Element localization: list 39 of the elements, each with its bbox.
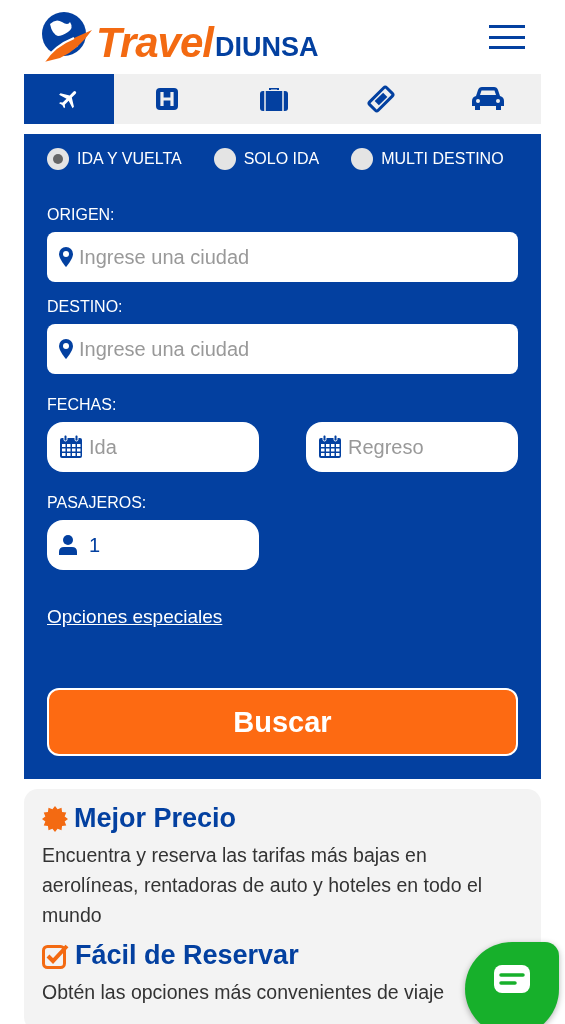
car-icon <box>470 86 505 112</box>
destination-field[interactable]: Ingrese una ciudad <box>47 324 518 374</box>
feature-title: Mejor Precio <box>74 803 237 834</box>
radio-label: IDA Y VUELTA <box>77 150 182 168</box>
logo-subtext: DIUNSA <box>215 34 319 61</box>
radio-label: MULTI DESTINO <box>381 150 504 168</box>
feature-text: Encuentra y reserva las tarifas más bajas en aerolíneas, rentadoras de auto y hoteles en todo el mundo <box>42 843 484 928</box>
checkbox-icon <box>42 942 69 969</box>
person-icon <box>59 535 77 555</box>
date-field[interactable]: Regreso <box>306 422 518 472</box>
menu-button[interactable] <box>489 25 525 49</box>
feature-title: Fácil de Reservar <box>75 940 299 971</box>
radio-button[interactable] <box>47 148 69 170</box>
service-tab[interactable] <box>24 74 114 124</box>
date-field[interactable]: Ida <box>47 422 259 472</box>
field-label: PASAJEROS: <box>47 494 148 512</box>
passengers-field[interactable]: 1 <box>47 520 259 570</box>
radio-button[interactable] <box>213 148 236 170</box>
badge-icon <box>42 805 68 832</box>
ticket-icon <box>366 85 395 113</box>
chat-bubble-icon <box>494 965 530 993</box>
hotel-icon <box>155 87 180 111</box>
search-button[interactable]: Buscar <box>47 688 518 756</box>
location-pin-icon <box>59 339 73 359</box>
calendar-icon <box>318 435 342 459</box>
suitcase-icon <box>259 86 290 112</box>
logo-text: Travel <box>96 22 213 64</box>
field-label: DESTINO: <box>47 298 124 316</box>
origin-field[interactable]: Ingrese una ciudad <box>47 232 518 282</box>
special-options-link[interactable]: Opciones especiales <box>47 606 223 628</box>
chat-button[interactable] <box>465 942 559 1024</box>
field-label: FECHAS: <box>47 396 118 414</box>
location-pin-icon <box>59 247 73 267</box>
radio-label: SOLO IDA <box>243 150 320 168</box>
feature-text: Obtén las opciones más convenientes de viaje <box>42 980 446 1005</box>
field-label: ORIGEN: <box>47 206 116 224</box>
globe-logo-icon <box>40 10 94 64</box>
radio-button[interactable] <box>351 148 374 170</box>
calendar-icon <box>59 435 83 459</box>
